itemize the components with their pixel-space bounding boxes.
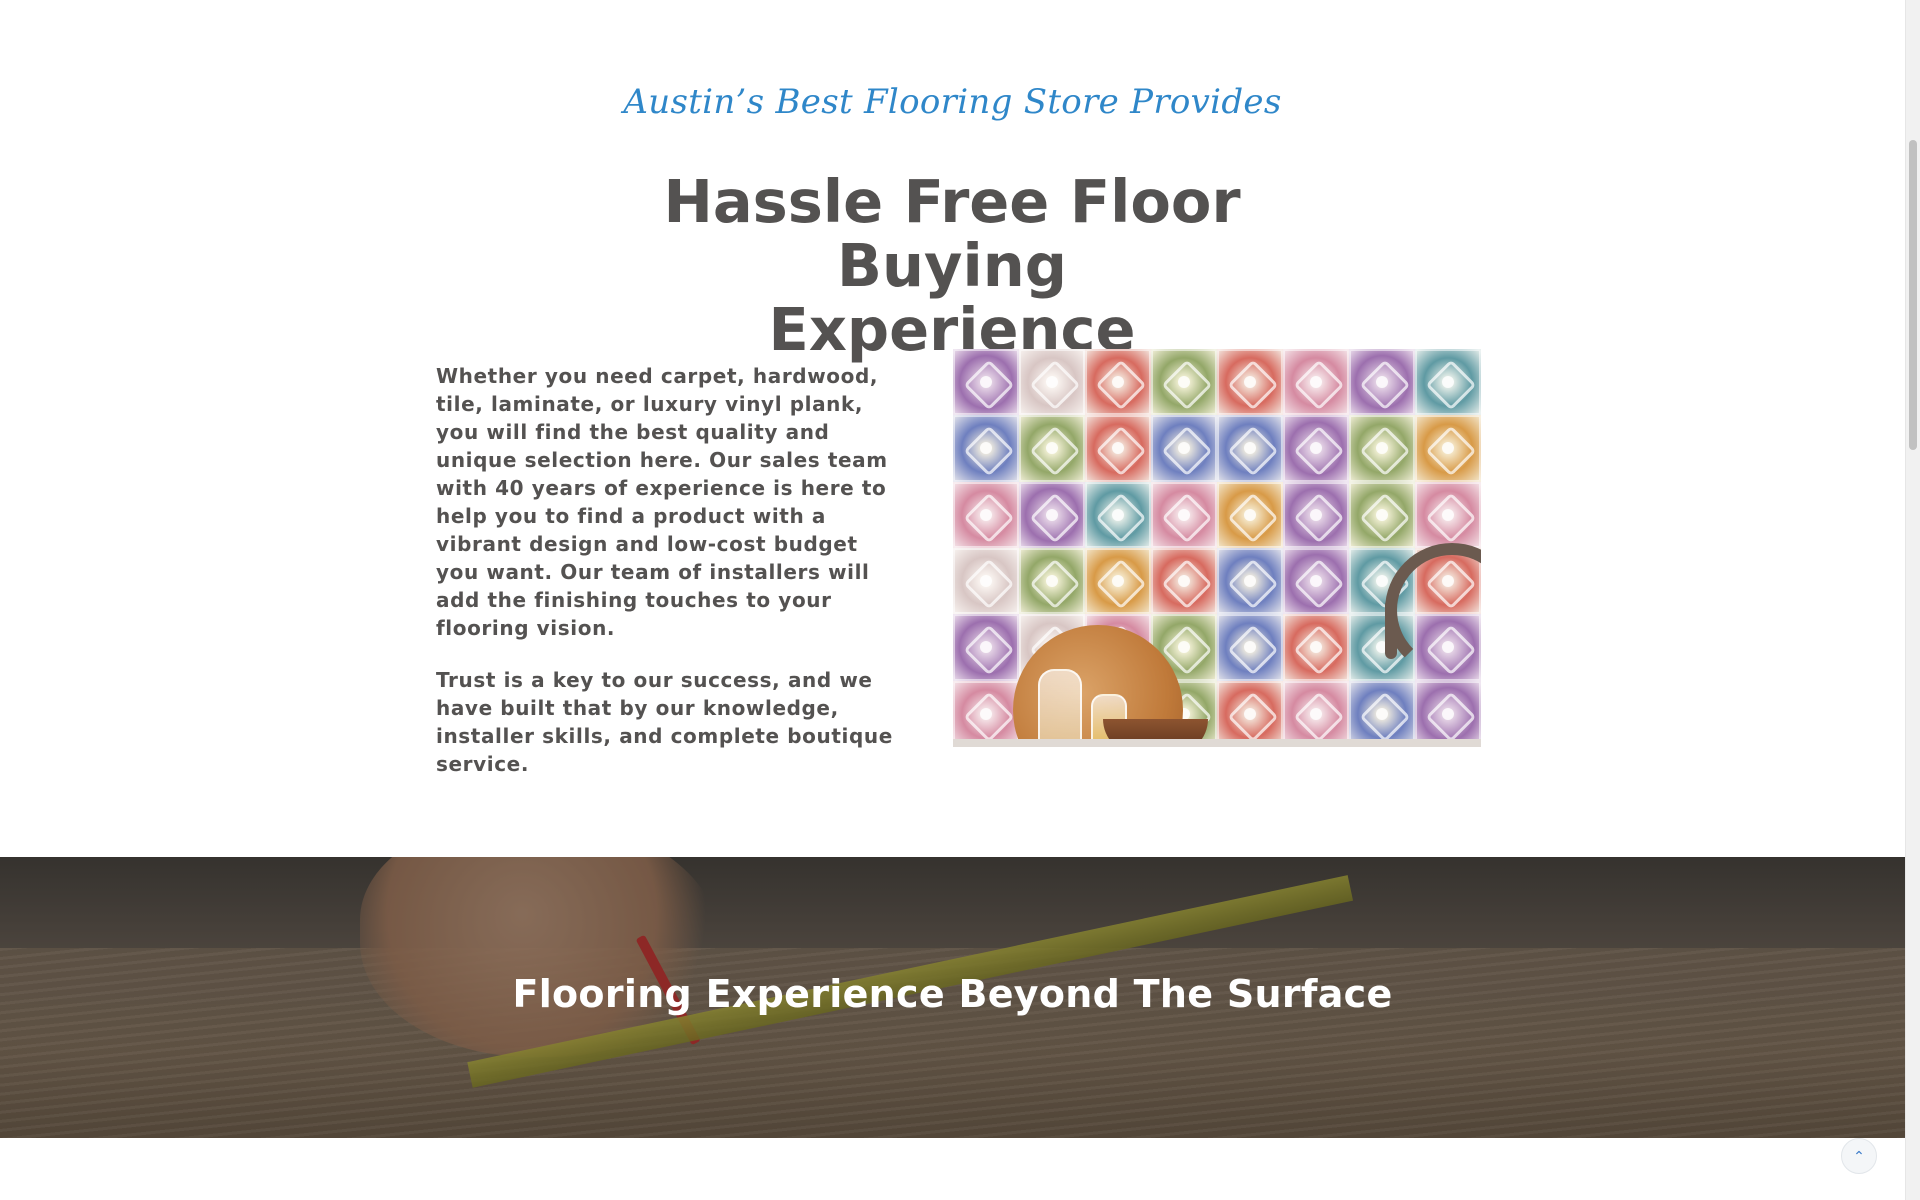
tile — [1019, 349, 1085, 416]
page: Austin’s Best Flooring Store Provides Ha… — [0, 0, 1905, 1200]
tile — [1283, 547, 1349, 615]
tile — [1151, 547, 1217, 615]
tile — [1217, 680, 1283, 747]
tile — [1283, 349, 1349, 416]
faucet-stem — [1385, 599, 1397, 659]
tile — [1415, 415, 1481, 482]
tile — [953, 415, 1019, 482]
tile — [953, 481, 1019, 548]
tile — [1349, 680, 1415, 747]
intro-paragraph-2: Trust is a key to our success, and we ha… — [436, 668, 893, 776]
banner-title: Flooring Experience Beyond The Surface — [512, 972, 1393, 1016]
tile — [1283, 481, 1349, 548]
tile — [1349, 481, 1415, 548]
tile — [1085, 415, 1151, 482]
tile — [1217, 481, 1283, 548]
tile — [1019, 415, 1085, 482]
tile — [1217, 349, 1283, 416]
tile — [1415, 349, 1481, 416]
tile — [1085, 349, 1151, 416]
tile — [953, 680, 1019, 747]
tile — [1349, 415, 1415, 482]
tile — [1019, 547, 1085, 615]
tile — [1283, 415, 1349, 482]
intro-headline: Hassle Free Floor Buying Experience — [552, 170, 1352, 362]
chevron-up-icon: ⌃ — [1853, 1148, 1865, 1164]
countertop — [953, 739, 1481, 747]
tile — [1283, 680, 1349, 747]
tile — [1085, 481, 1151, 548]
tile — [953, 614, 1019, 681]
tile — [1085, 547, 1151, 615]
tile — [1415, 481, 1481, 548]
tile — [1019, 481, 1085, 548]
tile — [953, 547, 1019, 615]
oil-bottle — [1038, 669, 1082, 747]
tile — [1217, 614, 1283, 681]
tile — [1151, 349, 1217, 416]
tile-backsplash-image — [953, 349, 1481, 747]
scrollbar[interactable] — [1905, 0, 1920, 1200]
tile — [1151, 481, 1217, 548]
tile — [1283, 614, 1349, 681]
scrollbar-thumb[interactable] — [1909, 140, 1917, 450]
intro-section: Austin’s Best Flooring Store Provides Ha… — [0, 0, 1905, 857]
tile — [1415, 680, 1481, 747]
intro-copy: Whether you need carpet, hardwood, tile,… — [436, 362, 906, 802]
tile — [1217, 547, 1283, 615]
tile — [1217, 415, 1283, 482]
headline-line-1: Hassle Free Floor Buying — [663, 167, 1241, 300]
tile — [1151, 415, 1217, 482]
intro-paragraph-1: Whether you need carpet, hardwood, tile,… — [436, 364, 888, 640]
intro-eyebrow: Austin’s Best Flooring Store Provides — [623, 82, 1282, 122]
tile — [1349, 349, 1415, 416]
tile — [953, 349, 1019, 416]
back-to-top-button[interactable]: ⌃ — [1841, 1138, 1877, 1174]
